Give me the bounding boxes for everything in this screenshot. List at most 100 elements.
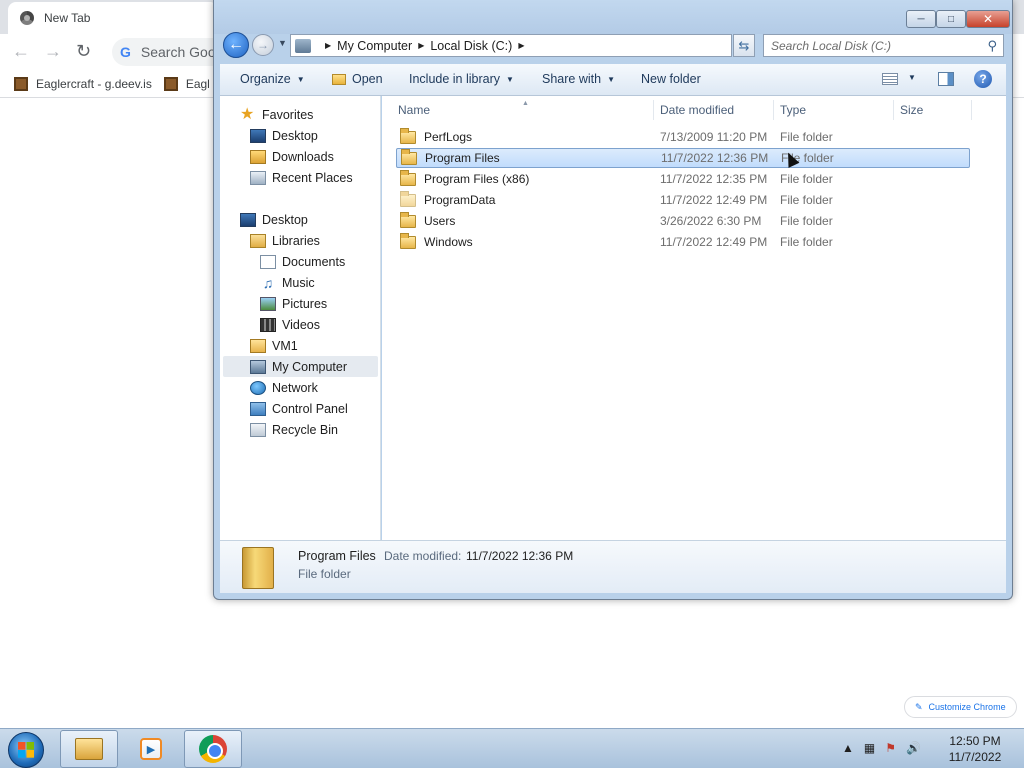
command-bar: Organize ▼ Open Include in library ▼ Sha… [220, 64, 1006, 96]
taskbar-chrome-button[interactable] [184, 730, 242, 768]
column-header-type[interactable]: Type [774, 100, 894, 120]
user-folder-icon [250, 339, 266, 353]
folder-icon [400, 169, 416, 186]
nav-documents[interactable]: Documents [260, 252, 345, 272]
nav-label: Control Panel [272, 402, 348, 416]
nav-downloads[interactable]: Downloads [250, 147, 334, 167]
nav-recent-places[interactable]: Recent Places [250, 168, 353, 188]
breadcrumb-arrow-icon[interactable]: ▶ [325, 41, 331, 50]
volume-icon[interactable]: 🔊 [906, 741, 921, 755]
breadcrumb-my-computer[interactable]: My Computer [337, 39, 412, 53]
back-button[interactable]: ← [223, 32, 249, 58]
nav-libraries[interactable]: Libraries [250, 231, 320, 251]
search-icon[interactable]: ⚲ [987, 38, 997, 54]
open-button[interactable]: Open [332, 72, 383, 86]
refresh-button[interactable]: ⇆ [733, 34, 755, 57]
view-options-dropdown-icon[interactable]: ▼ [908, 73, 916, 82]
browser-back-icon[interactable]: ← [12, 42, 30, 60]
nav-label: Pictures [282, 297, 328, 311]
nav-vm1[interactable]: VM1 [250, 336, 298, 356]
file-date: 11/7/2022 12:49 PM [660, 193, 768, 207]
help-icon[interactable]: ? [974, 70, 992, 88]
new-folder-button[interactable]: New folder [641, 72, 701, 86]
minimize-button[interactable]: ─ [906, 10, 936, 28]
clock-time: 12:50 PM [949, 734, 1001, 748]
start-button[interactable] [8, 732, 44, 768]
nav-desktop-favorite[interactable]: Desktop [250, 126, 318, 146]
file-type: File folder [780, 130, 833, 144]
title-bar[interactable]: ─ □ ✕ [214, 0, 1012, 34]
file-row[interactable]: Users 3/26/2022 6:30 PM File folder [396, 211, 970, 231]
recycle-bin-icon [250, 423, 266, 437]
taskbar-media-player-button[interactable]: ▶ [122, 730, 180, 768]
maximize-icon: □ [947, 13, 955, 25]
address-bar[interactable]: ▶ My Computer ▶ Local Disk (C:) ▶ ▼ [290, 34, 803, 57]
bookmark-item[interactable]: Eaglercraft - g.deev.is [14, 76, 152, 91]
column-header-name[interactable]: Name ▲ [382, 100, 654, 120]
file-type: File folder [780, 193, 833, 207]
nav-network[interactable]: Network [250, 378, 318, 398]
nav-control-panel[interactable]: Control Panel [250, 399, 348, 419]
action-center-icon[interactable]: ⚑ [885, 741, 896, 755]
file-row-selected[interactable]: Program Files 11/7/2022 12:36 PM File fold… [396, 148, 970, 168]
browser-reload-icon[interactable]: ↻ [76, 42, 91, 60]
close-icon: ✕ [982, 12, 994, 26]
nav-music[interactable]: ♫ Music [260, 273, 315, 293]
nav-pictures[interactable]: Pictures [260, 294, 327, 314]
media-player-icon: ▶ [140, 738, 162, 760]
preview-pane-icon[interactable] [938, 72, 954, 86]
nav-desktop[interactable]: Desktop [240, 210, 308, 230]
taskbar: ▶ ▲ ▦ ⚑ 🔊 12:50 PM 11/7/2022 [0, 728, 1024, 768]
file-row[interactable]: Program Files (x86) 11/7/2022 12:35 PM Fil… [396, 169, 970, 189]
taskbar-explorer-button[interactable] [60, 730, 118, 768]
clock-date: 11/7/2022 [948, 750, 1002, 764]
bookmark-favicon-icon [163, 76, 178, 91]
nav-recycle-bin[interactable]: Recycle Bin [250, 420, 338, 440]
file-name: Program Files (x86) [424, 172, 530, 186]
show-hidden-icons-icon[interactable]: ▲ [842, 741, 854, 755]
include-in-library-button[interactable]: Include in library ▼ [409, 72, 514, 86]
omnibox-placeholder: Search Goo [140, 44, 216, 60]
nav-favorites[interactable]: ★ Favorites [240, 105, 313, 125]
breadcrumb-arrow-icon[interactable]: ▶ [518, 41, 524, 50]
breadcrumb-local-disk[interactable]: Local Disk (C:) [430, 39, 512, 53]
clock[interactable]: 12:50 PM 11/7/2022 [940, 733, 1010, 765]
column-header-size[interactable]: Size [894, 100, 972, 120]
large-folder-icon [242, 547, 274, 589]
file-row[interactable]: ProgramData 11/7/2022 12:49 PM File folder [396, 190, 970, 210]
organize-button[interactable]: Organize ▼ [240, 72, 305, 86]
file-row[interactable]: PerfLogs 7/13/2009 11:20 PM File folder [396, 127, 970, 147]
recent-pages-dropdown-icon[interactable]: ▼ [278, 38, 287, 48]
customize-chrome-label: Customize Chrome [928, 702, 1006, 712]
nav-my-computer[interactable]: My Computer [250, 357, 347, 377]
file-row[interactable]: Windows 11/7/2022 12:49 PM File folder [396, 232, 970, 252]
network-status-icon[interactable]: ▦ [864, 741, 875, 755]
search-input[interactable]: Search Local Disk (C:) ⚲ [763, 34, 1004, 57]
column-header-date-modified[interactable]: Date modified [654, 100, 774, 120]
bookmark-item[interactable]: Eagl [163, 76, 210, 91]
file-explorer-icon [75, 738, 103, 760]
navigation-pane: ★ Favorites Desktop Downloads Recent Plac… [220, 96, 381, 540]
share-with-button[interactable]: Share with ▼ [542, 72, 615, 86]
hidden-folder-icon [400, 190, 416, 207]
close-button[interactable]: ✕ [966, 10, 1010, 28]
browser-tab[interactable]: New Tab [8, 2, 218, 34]
system-tray: ▲ ▦ ⚑ 🔊 [842, 741, 921, 755]
maximize-button[interactable]: □ [936, 10, 966, 28]
file-name: PerfLogs [424, 130, 473, 144]
forward-button[interactable]: → [252, 34, 274, 56]
change-view-icon[interactable] [882, 73, 898, 85]
windows-logo-icon [18, 742, 34, 758]
breadcrumb-arrow-icon[interactable]: ▶ [418, 41, 424, 50]
browser-forward-icon[interactable]: → [44, 42, 62, 60]
computer-icon [250, 360, 266, 374]
folder-icon [401, 148, 417, 165]
nav-label: Videos [282, 318, 320, 332]
file-date: 11/7/2022 12:36 PM [661, 151, 769, 165]
file-name: Program Files [425, 151, 500, 165]
customize-chrome-button[interactable]: ✎ Customize Chrome [904, 696, 1017, 718]
nav-videos[interactable]: Videos [260, 315, 320, 335]
file-date: 7/13/2009 11:20 PM [660, 130, 768, 144]
nav-label: Music [282, 276, 315, 290]
network-icon [250, 381, 266, 395]
